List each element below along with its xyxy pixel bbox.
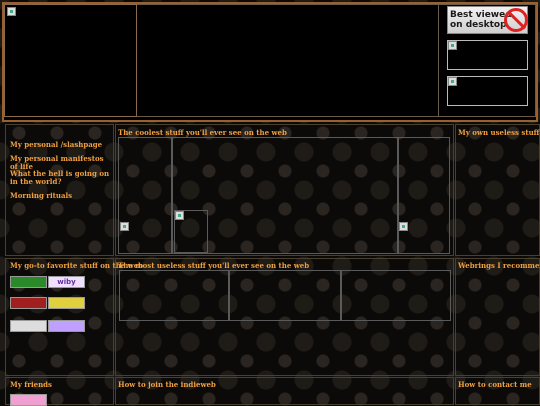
broken-image-icon: [7, 7, 16, 16]
link-button-5[interactable]: [10, 320, 47, 332]
useless-embed-3[interactable]: [341, 270, 451, 321]
link-button-6[interactable]: [48, 320, 85, 332]
no-mobile-icon: [504, 8, 528, 32]
sidebar-item-world[interactable]: What the hell is going on in the world?: [10, 170, 110, 186]
section-title-join-indieweb: How to join the indieweb: [118, 380, 216, 389]
webrings-panel: [455, 258, 540, 376]
embed-frame-2[interactable]: [172, 137, 398, 254]
broken-image-icon: [120, 222, 129, 231]
best-viewed-line2: on desktop: [450, 20, 507, 30]
link-button-4[interactable]: [48, 297, 85, 309]
own-useless-panel: [455, 124, 540, 256]
header-logo-frame: [4, 4, 137, 117]
embed-frame-1[interactable]: [118, 137, 172, 254]
sidebar-item-morning-rituals[interactable]: Morning rituals: [10, 192, 110, 200]
link-button-3[interactable]: [10, 297, 47, 309]
best-viewed-text: Best viewed on desktop: [450, 10, 512, 30]
embed-thumbnail[interactable]: [174, 210, 208, 253]
best-viewed-line1: Best viewed: [450, 10, 512, 20]
link-button-1[interactable]: [10, 276, 47, 288]
embed-frame-3[interactable]: [398, 137, 450, 254]
broken-image-icon: [448, 41, 457, 50]
header-banner-frame: [137, 4, 439, 117]
broken-image-icon: [175, 211, 184, 220]
best-viewed-badge[interactable]: Best viewed on desktop: [447, 6, 528, 34]
friend-button-1[interactable]: [10, 394, 47, 406]
badge-slot-1[interactable]: [447, 40, 528, 70]
section-title-most-useless: The most useless stuff you'll ever see o…: [118, 261, 310, 270]
section-title-coolest: The coolest stuff you'll ever see on the…: [118, 128, 287, 137]
broken-image-icon: [448, 77, 457, 86]
badge-slot-2[interactable]: [447, 76, 528, 106]
section-title-webrings: Webrings I recommend: [458, 261, 540, 270]
section-title-contact: How to contact me: [458, 380, 532, 389]
sidebar-item-slashpage[interactable]: My personal /slashpage: [10, 141, 110, 149]
link-button-wiby[interactable]: wiby: [48, 276, 85, 288]
useless-embed-1[interactable]: [119, 270, 229, 321]
section-title-friends: My friends: [10, 380, 52, 389]
useless-embed-2[interactable]: [229, 270, 341, 321]
section-title-own-useless: My own useless stuff on the: [458, 128, 540, 137]
broken-image-icon: [399, 222, 408, 231]
